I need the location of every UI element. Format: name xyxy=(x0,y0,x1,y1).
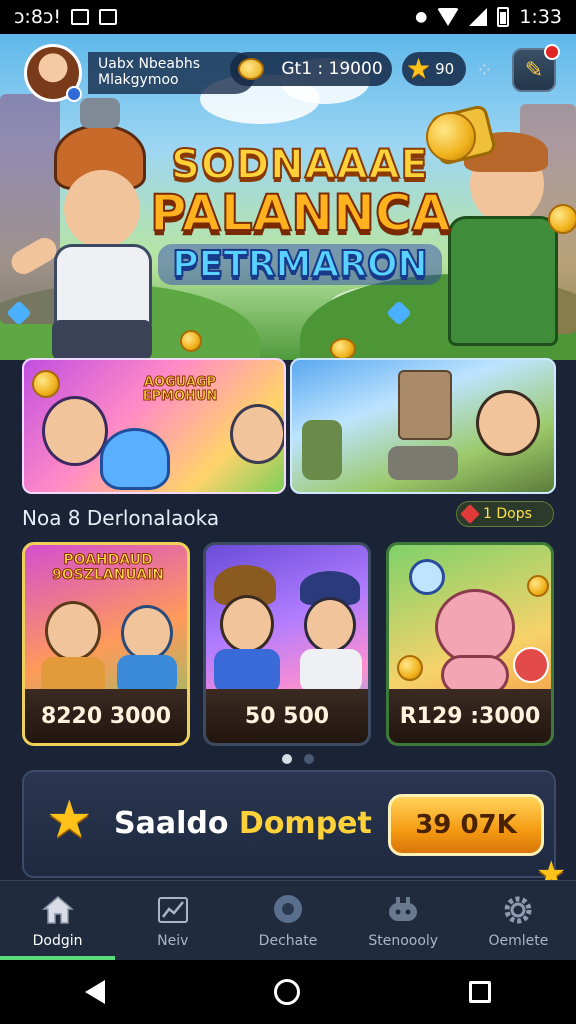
nav-label: Oemlete xyxy=(488,932,549,949)
promo-banner-1-title: AOGUAGP EPMOHUN xyxy=(142,375,218,404)
nav-label: Dodgin xyxy=(32,932,83,949)
nav-label: Stenoooly xyxy=(368,932,439,949)
coin-balance[interactable]: Gt1 : 19000 xyxy=(230,52,392,86)
blue-creature xyxy=(100,428,170,490)
chart-icon xyxy=(156,893,190,927)
notification-dot xyxy=(544,44,560,60)
wallet-balance-button[interactable]: 39 07K xyxy=(388,794,544,856)
star-balance-value: 90 xyxy=(435,60,455,78)
nav-label: Neiv xyxy=(157,932,189,949)
coin-decoration xyxy=(548,204,576,234)
promo-banner-2[interactable] xyxy=(290,358,556,494)
chat-icon xyxy=(271,893,305,927)
wallet-label: Saaldo Dompet xyxy=(114,806,372,841)
logo-line-2: PALANNCA xyxy=(149,183,451,243)
recent-apps-icon[interactable] xyxy=(469,981,492,1003)
cart-decoration xyxy=(388,446,458,480)
nav-item-chat[interactable]: Dechate xyxy=(230,881,345,960)
star-icon: ★ xyxy=(406,52,432,85)
signal-icon xyxy=(469,8,488,26)
back-icon[interactable] xyxy=(84,980,105,1004)
pager-dot[interactable] xyxy=(304,754,314,764)
ball-decoration xyxy=(513,647,549,683)
star-icon: ★ xyxy=(46,790,93,850)
coin-decoration xyxy=(527,575,549,597)
section-badge[interactable]: 1 Dops xyxy=(456,501,554,527)
promo-character xyxy=(230,404,284,464)
nav-item-settings[interactable]: Oemlete xyxy=(461,881,576,960)
more-dots-icon[interactable]: ⁘ xyxy=(476,58,493,82)
card-character xyxy=(45,601,101,661)
card-character-body xyxy=(300,649,362,693)
game-card-price: R129 :3000 xyxy=(389,689,551,743)
coin-decoration xyxy=(330,338,356,360)
image-icon xyxy=(70,9,89,25)
goblin-decoration xyxy=(302,420,342,480)
wallet-label-b: Dompet xyxy=(238,806,372,841)
nav-item-games[interactable]: Stenoooly xyxy=(346,881,461,960)
home-circle-icon[interactable] xyxy=(273,979,300,1005)
card-character-body xyxy=(214,649,280,693)
logo-line-1: SODNAAAE xyxy=(170,141,429,189)
promo-character xyxy=(42,396,108,466)
section-badge-label: 1 Dops xyxy=(483,506,532,522)
user-subtitle: Mlakgymoo xyxy=(98,72,179,88)
alarm-icon: ● xyxy=(415,9,428,25)
top-header: Uabx Nbeabhs Mlakgymoo Gt1 : 19000 ★ 90 … xyxy=(18,40,560,104)
status-bar: ↄ:8ↄ! ● 1:33 xyxy=(0,0,576,34)
card-character xyxy=(304,597,356,653)
game-card[interactable]: POAHDAUD 9OSZLANUAIN 8220 3000 xyxy=(22,542,190,746)
battery-icon xyxy=(497,7,510,27)
game-card[interactable]: R129 :3000 xyxy=(386,542,554,746)
section-title: Noa 8 Derlonalaoka xyxy=(22,506,220,530)
nav-item-home[interactable]: Dodgin xyxy=(0,881,116,960)
coin-decoration xyxy=(180,330,202,352)
tower-decoration xyxy=(398,370,452,440)
card-character xyxy=(121,605,173,661)
nav-label: Dechate xyxy=(258,932,318,949)
game-card[interactable]: 50 500 xyxy=(203,542,371,746)
gear-icon xyxy=(501,893,535,927)
pencil-icon: ✎ xyxy=(524,57,544,83)
wallet-panel: ★ Saaldo Dompet 39 07K xyxy=(22,770,556,878)
bear-character xyxy=(435,589,515,665)
promo-banner-1[interactable]: AOGUAGP EPMOHUN xyxy=(22,358,286,494)
controller-icon xyxy=(386,893,420,927)
pager-dot-active[interactable] xyxy=(282,754,292,764)
carousel-pager xyxy=(282,754,314,764)
coin-decoration xyxy=(32,370,60,398)
game-logo: SODNAAAE PALANNCA PETRMARON xyxy=(149,141,451,286)
avatar-badge-icon xyxy=(66,86,82,102)
system-navigation-bar xyxy=(0,960,576,1024)
logo-line-3: PETRMARON xyxy=(158,243,442,286)
coin-decoration xyxy=(397,655,423,681)
coin-balance-value: Gt1 : 19000 xyxy=(281,59,383,79)
promo-character xyxy=(476,390,540,456)
card-character xyxy=(220,595,274,653)
game-card-price: 8220 3000 xyxy=(25,689,187,743)
gallery-icon xyxy=(98,9,117,25)
gem-icon xyxy=(460,504,480,524)
home-icon xyxy=(41,893,75,927)
magnifier-icon xyxy=(409,559,445,595)
game-card-price: 50 500 xyxy=(206,689,368,743)
wifi-icon xyxy=(437,8,460,26)
game-card-title: POAHDAUD 9OSZLANUAIN xyxy=(51,552,165,583)
nav-item-stats[interactable]: Neiv xyxy=(115,881,230,960)
bottom-navigation: Dodgin Neiv Dechate Stenoooly Oemlete xyxy=(0,880,576,960)
user-name: Uabx Nbeabhs xyxy=(98,56,201,72)
coin-icon xyxy=(238,58,264,80)
status-time: ↄ:8ↄ! xyxy=(14,6,61,28)
status-clock: 1:33 xyxy=(519,6,562,28)
star-balance[interactable]: ★ 90 xyxy=(402,52,466,86)
wallet-label-a: Saaldo xyxy=(114,806,239,841)
